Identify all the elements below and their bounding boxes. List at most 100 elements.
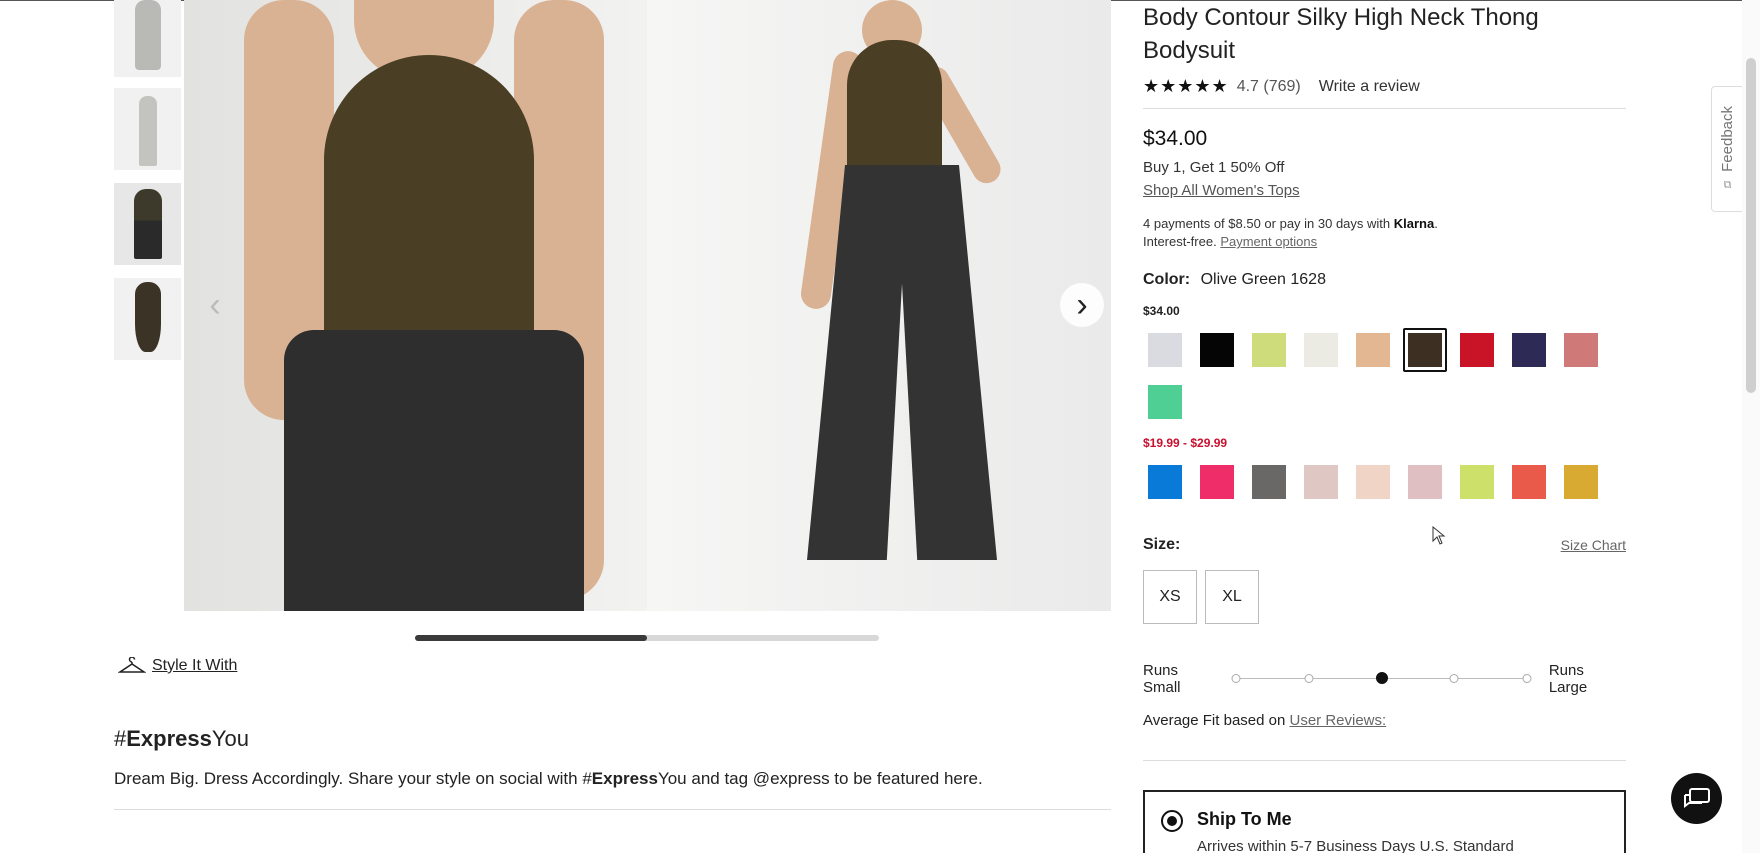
product-photo-closeup: [184, 0, 647, 611]
tagline-bold: Express: [591, 769, 658, 788]
color-swatch[interactable]: [1559, 328, 1603, 372]
color-swatch[interactable]: [1195, 460, 1239, 504]
thumbnail-1[interactable]: [114, 0, 181, 77]
klarna-info: 4 payments of $8.50 or pay in 30 days wi…: [1143, 215, 1626, 251]
color-swatch[interactable]: [1247, 460, 1291, 504]
size-options: XS XL: [1143, 570, 1626, 624]
average-fit-text: Average Fit based on: [1143, 712, 1290, 729]
swatch-color: [1460, 333, 1494, 367]
swatch-color: [1564, 333, 1598, 367]
shop-all-link[interactable]: Shop All Women's Tops: [1143, 182, 1300, 199]
swatch-color: [1252, 333, 1286, 367]
swatch-color: [1408, 333, 1442, 367]
express-you-heading: #ExpressYou: [114, 726, 249, 752]
swatch-color: [1460, 465, 1494, 499]
express-you-tagline: Dream Big. Dress Accordingly. Share your…: [114, 769, 983, 789]
thumbnail-image: [134, 282, 161, 352]
fit-track: [1231, 672, 1532, 685]
swatch-color: [1148, 333, 1182, 367]
promo-text: Buy 1, Get 1 50% Off: [1143, 159, 1285, 176]
swatch-color: [1356, 333, 1390, 367]
size-button-xl[interactable]: XL: [1205, 570, 1259, 624]
carousel-progress-fill: [415, 635, 647, 641]
color-swatch[interactable]: [1507, 328, 1551, 372]
swatch-color: [1200, 465, 1234, 499]
ship-to-me-radio[interactable]: [1161, 810, 1183, 832]
color-swatch[interactable]: [1299, 460, 1343, 504]
fit-scale: Runs Small Runs Large: [1143, 662, 1626, 696]
color-swatch[interactable]: [1143, 380, 1187, 424]
thumbnail-3[interactable]: [114, 183, 181, 265]
chat-icon: [1683, 787, 1710, 808]
product-info: Body Contour Silky High Neck Thong Bodys…: [1143, 0, 1626, 853]
size-chart-link[interactable]: Size Chart: [1561, 537, 1626, 553]
tagline-text: You and tag @express to be featured here…: [657, 769, 983, 788]
swatch-color: [1304, 465, 1338, 499]
color-swatch[interactable]: [1455, 460, 1499, 504]
color-swatch[interactable]: [1351, 460, 1395, 504]
ship-title: Ship To Me: [1197, 809, 1292, 829]
color-swatch[interactable]: [1507, 460, 1551, 504]
bodysuit: [847, 40, 942, 180]
runs-large-label: Runs Large: [1548, 662, 1588, 696]
carousel-next-button[interactable]: ›: [1060, 283, 1104, 327]
color-swatch[interactable]: [1143, 460, 1187, 504]
swatch-color: [1148, 385, 1182, 419]
feedback-tab[interactable]: Feedback ⧉: [1711, 86, 1743, 212]
sale-price-tag: $19.99 - $29.99: [1143, 436, 1228, 450]
swatch-color: [1200, 333, 1234, 367]
color-value: Olive Green 1628: [1200, 271, 1326, 288]
scrollbar-thumb[interactable]: [1746, 58, 1756, 393]
mouse-cursor-icon: [1432, 526, 1446, 545]
size-header: Size: Size Chart: [1143, 536, 1626, 554]
ship-to-me-option[interactable]: Ship To Me Arrives within 5-7 Business D…: [1143, 790, 1626, 853]
size-button-xs[interactable]: XS: [1143, 570, 1197, 624]
payment-options-link[interactable]: Payment options: [1220, 234, 1317, 249]
chevron-right-icon: ›: [1076, 285, 1088, 324]
chat-button[interactable]: [1671, 773, 1722, 824]
fit-dot: [1375, 672, 1388, 684]
fit-dot: [1304, 674, 1314, 683]
feedback-label: Feedback: [1719, 105, 1736, 172]
swatch-color: [1512, 333, 1546, 367]
thumbnail-2[interactable]: [114, 88, 181, 170]
thumbnail-image: [138, 96, 157, 166]
user-reviews-link[interactable]: User Reviews:: [1289, 712, 1386, 729]
regular-swatches: [1143, 328, 1613, 432]
style-it-with-link[interactable]: Style It With: [118, 657, 237, 675]
scrollbar[interactable]: [1742, 0, 1760, 853]
product-image-carousel[interactable]: ‹ ›: [184, 0, 1111, 611]
color-swatch[interactable]: [1299, 328, 1343, 372]
fit-dot: [1449, 674, 1459, 683]
swatch-color: [1148, 465, 1182, 499]
color-swatch[interactable]: [1403, 460, 1447, 504]
color-row: Color: Olive Green 1628: [1143, 271, 1626, 289]
style-it-with-label: Style It With: [152, 657, 238, 674]
product-photo-full: [647, 0, 1111, 611]
color-swatch[interactable]: [1403, 328, 1447, 372]
color-swatch[interactable]: [1247, 328, 1291, 372]
runs-small-label: Runs Small: [1143, 662, 1181, 696]
swatch-color: [1564, 465, 1598, 499]
chevron-left-icon: ‹: [209, 285, 221, 324]
color-swatch[interactable]: [1351, 328, 1395, 372]
sale-swatches: [1143, 460, 1613, 512]
color-swatch[interactable]: [1455, 328, 1499, 372]
thumbnail-4[interactable]: [114, 278, 181, 360]
color-swatch[interactable]: [1195, 328, 1239, 372]
divider: [1143, 760, 1626, 761]
ship-subtitle: Arrives within 5-7 Business Days U.S. St…: [1197, 838, 1514, 853]
swatch-color: [1252, 465, 1286, 499]
carousel-progress: [415, 635, 879, 641]
color-swatch[interactable]: [1143, 328, 1187, 372]
color-swatch[interactable]: [1559, 460, 1603, 504]
carousel-prev-button[interactable]: ‹: [193, 283, 237, 327]
size-label: Size:: [1143, 536, 1181, 553]
swatch-color: [1304, 333, 1338, 367]
product-price: $34.00: [1143, 127, 1208, 150]
average-fit: Average Fit based on User Reviews:: [1143, 712, 1626, 729]
write-review-link[interactable]: Write a review: [1319, 78, 1420, 96]
review-count[interactable]: (769): [1263, 78, 1300, 96]
thumbnail-image: [133, 189, 162, 259]
klarna-text: Interest-free.: [1143, 234, 1221, 249]
